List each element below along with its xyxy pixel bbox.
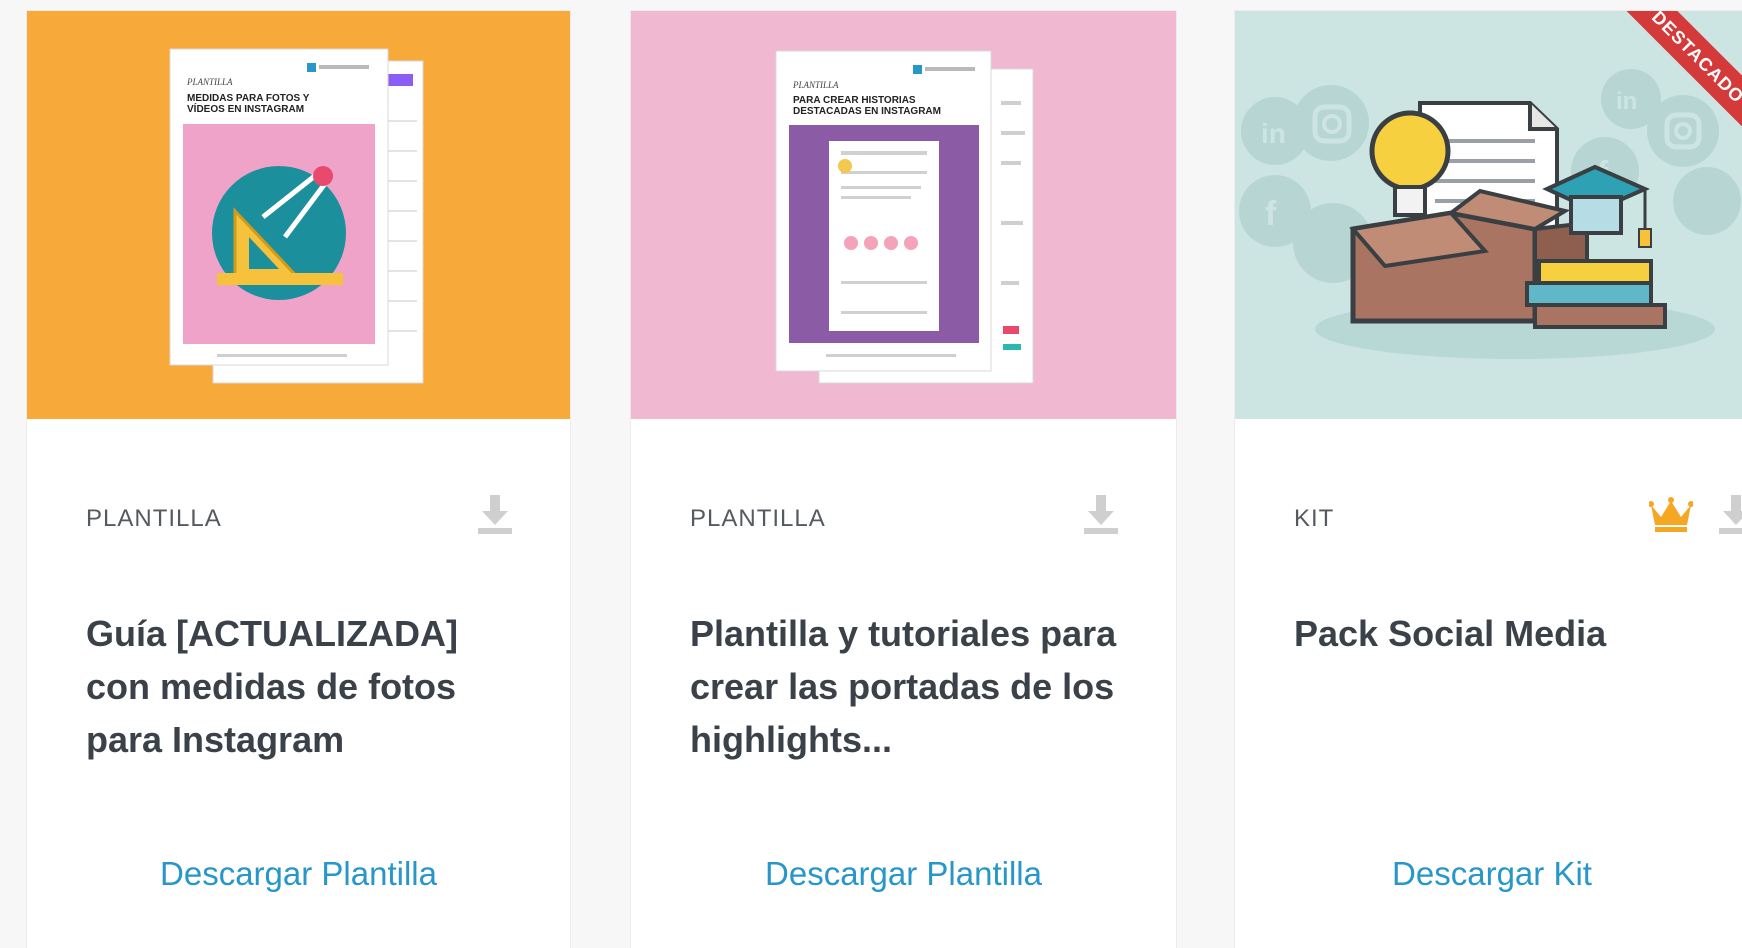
download-icon[interactable] [478,495,512,540]
resource-type-label: PLANTILLA [86,505,222,532]
svg-text:MEDIDAS PARA FOTOS Y: MEDIDAS PARA FOTOS Y [187,93,310,104]
card-body: KIT Pack Social Media Descargar Kit [1235,419,1742,948]
resource-card[interactable]: PLANTILLA PARA CREAR HISTORIAS DESTACADA… [630,10,1177,948]
resource-card[interactable]: in f f in [1234,10,1742,948]
resource-type-label: KIT [1294,505,1335,532]
svg-text:f: f [1265,195,1277,233]
resource-card[interactable]: PLANTILLA MEDIDAS PARA FOTOS Y VÍDEOS EN… [26,10,571,948]
doc-label: PLANTILLA [186,77,233,87]
doc-label: PLANTILLA [792,80,839,90]
card-thumbnail[interactable]: PLANTILLA PARA CREAR HISTORIAS DESTACADA… [631,11,1176,419]
svg-text:PARA CREAR HISTORIAS: PARA CREAR HISTORIAS [793,95,916,106]
card-thumbnail[interactable]: PLANTILLA MEDIDAS PARA FOTOS Y VÍDEOS EN… [27,11,570,419]
card-thumbnail[interactable]: in f f in [1235,11,1742,419]
svg-text:DESTACADAS EN INSTAGRAM: DESTACADAS EN INSTAGRAM [793,106,941,117]
download-link[interactable]: Descargar Plantilla [27,855,570,893]
resource-grid: PLANTILLA MEDIDAS PARA FOTOS Y VÍDEOS EN… [0,0,1742,948]
download-icon[interactable] [1084,495,1118,540]
crown-icon [1648,497,1694,538]
document-preview-image: PLANTILLA PARA CREAR HISTORIAS DESTACADA… [775,50,1034,384]
card-body: PLANTILLA Guía [ACTUALIZADA] con medidas… [27,419,570,948]
resource-type-label: PLANTILLA [690,505,826,532]
svg-text:in: in [1261,118,1286,149]
document-preview-image: PLANTILLA MEDIDAS PARA FOTOS Y VÍDEOS EN… [169,48,424,384]
card-body: PLANTILLA Plantilla y tutoriales para cr… [631,419,1176,948]
resource-title[interactable]: Guía [ACTUALIZADA] con medidas de fotos … [86,607,526,766]
svg-text:VÍDEOS EN INSTAGRAM: VÍDEOS EN INSTAGRAM [187,102,304,115]
download-link[interactable]: Descargar Kit [1235,855,1742,893]
download-icon[interactable] [1719,495,1742,540]
resource-title[interactable]: Pack Social Media [1294,607,1734,660]
download-link[interactable]: Descargar Plantilla [631,855,1176,893]
svg-text:in: in [1616,88,1637,115]
social-media-kit-illustration: in f f in [1239,69,1741,359]
resource-title[interactable]: Plantilla y tutoriales para crear las po… [690,607,1130,766]
